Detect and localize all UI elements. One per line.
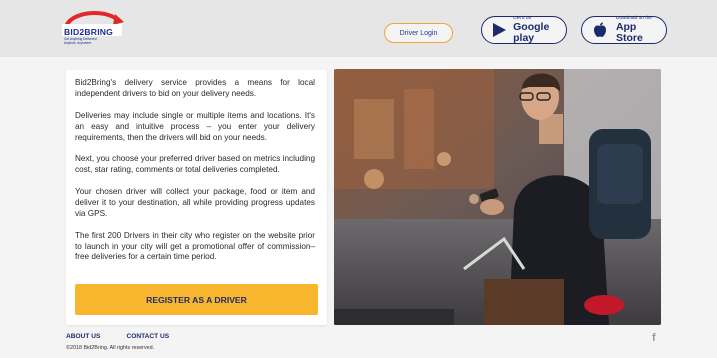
info-card: Bid2Bring's delivery service provides a … bbox=[66, 70, 327, 325]
info-paragraph-2: Deliveries may include single or multipl… bbox=[75, 110, 315, 142]
info-paragraph-3: Next, you choose your preferred driver b… bbox=[75, 154, 315, 175]
app-store-button[interactable]: Download on the App Store bbox=[581, 16, 667, 44]
register-driver-button[interactable]: REGISTER AS A DRIVER bbox=[75, 284, 318, 315]
google-play-text: Get it on Google play bbox=[513, 16, 566, 44]
play-icon bbox=[488, 22, 509, 38]
bid2bring-logo[interactable]: BID2BRING Get Anything Delivered Anytime… bbox=[60, 10, 126, 50]
copyright-text: ©2018 Bid2Bring. All rights reserved. bbox=[66, 345, 155, 351]
facebook-icon[interactable]: f bbox=[652, 332, 656, 344]
apple-icon bbox=[588, 22, 612, 38]
hero-photo bbox=[334, 69, 661, 325]
info-paragraph-4: Your chosen driver will collect your pac… bbox=[75, 187, 315, 218]
courier-photo-illustration bbox=[334, 69, 661, 325]
logo-tagline-line2: Anytime, Anywhere bbox=[64, 40, 92, 45]
footer-links: ABOUT US CONTACT US bbox=[66, 333, 169, 340]
site-header: BID2BRING Get Anything Delivered Anytime… bbox=[0, 0, 717, 57]
google-play-button[interactable]: Get it on Google play bbox=[481, 16, 567, 44]
info-paragraph-5: The first 200 Drivers in their city who … bbox=[75, 230, 315, 262]
logo-tagline: Get Anything Delivered Anytime, Anywhere bbox=[64, 37, 124, 45]
app-store-text: Download on the App Store bbox=[616, 16, 666, 44]
info-paragraph-1: Bid2Bring's delivery service provides a … bbox=[75, 78, 315, 98]
app-store-big: App Store bbox=[615, 21, 643, 44]
google-play-big: Google play bbox=[513, 21, 550, 44]
driver-login-button[interactable]: Driver Login bbox=[384, 23, 453, 43]
about-us-link[interactable]: ABOUT US bbox=[66, 333, 100, 340]
contact-us-link[interactable]: CONTACT US bbox=[126, 333, 169, 340]
logo-brand: BID2BRING bbox=[64, 27, 114, 37]
